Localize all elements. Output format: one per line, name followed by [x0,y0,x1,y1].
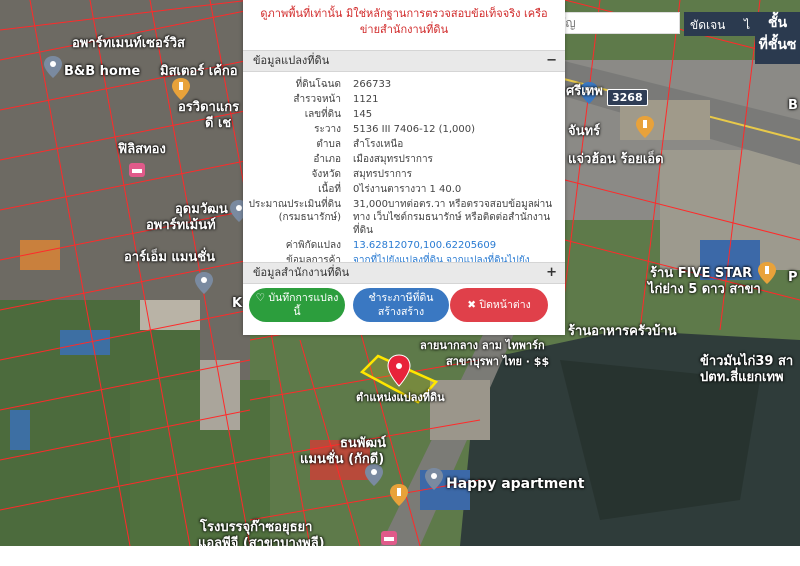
layer-button[interactable]: ชั้น ที่ชั้นซ [755,12,800,64]
poi-label: B [788,98,798,113]
save-parcel-button[interactable]: ♡ บันทึกการแปลงนี้ [249,288,345,322]
pay-land-tax-button[interactable]: ชำระภาษีที่ดิน สร้างสร้าง [353,288,449,322]
place-pin-icon[interactable] [195,272,213,294]
clear-search-button[interactable]: ขัดเจน [684,12,742,36]
info-label: จังหวัด [311,169,341,180]
info-label: ค่าพิกัดแปลง [285,240,341,251]
parcel-location-label: ตำแหน่งแปลงที่ดิน [356,391,445,404]
poi-label: แจ่วฮ้อน ร้อยเอ็ด [568,152,664,167]
poi-label: ปตท.สี่แยกเทพ [700,370,784,385]
info-value: 31,000บาทต่อตร.วา หรือตรวจสอบข้อมูลผ่านท… [353,199,553,236]
info-row: ที่ดินโฉนด 266733 [243,78,565,91]
poi-label: อพาร์ทเมนท์เซอร์วิส [72,36,185,51]
info-row: ตำบล สำโรงเหนือ [243,138,565,151]
poi-label: อพาร์ทเม้นท์ [146,218,216,233]
info-value: เมืองสมุทรปราการ [353,154,433,165]
hotel-pin-icon[interactable] [44,56,62,78]
info-label: ประมาณประเมินที่ดิน (กรมธนารักษ์) [248,199,341,223]
info-value: 0ไร่งานตารางวา 1 40.0 [353,184,462,195]
parcel-section-title: ข้อมูลแปลงที่ดิน [253,54,330,67]
road-shield-3268: 3268 [607,89,648,106]
menu-button[interactable]: ไ [742,12,756,36]
info-value: 1121 [353,94,379,105]
info-label: ที่ดินโฉนด [295,79,341,90]
info-row: สำรวจหน้า 1121 [243,93,565,106]
disclaimer-text: ดูภาพพื้นที่เท่านั้น มิใช่หลักฐานการตรวจ… [260,7,548,36]
info-label: เลขที่ดิน [304,109,341,120]
bottom-margin [0,546,800,566]
collapse-icon[interactable]: − [546,51,557,71]
poi-label: ฟิลิสทอง [118,142,166,157]
office-section-title: ข้อมูลสำนักงานที่ดิน [253,266,350,279]
popup-actions: ♡ บันทึกการแปลงนี้ ชำระภาษีที่ดิน สร้างส… [243,288,565,324]
poi-label: จันทร์ [568,124,601,139]
hotel-bed-icon[interactable] [128,160,146,182]
coordinate-link[interactable]: 13.62812070,100.62205609 [353,239,565,252]
info-label: อำเภอ [313,154,341,165]
expand-icon[interactable]: + [546,263,557,283]
info-value: 145 [353,109,373,120]
info-value: สำโรงเหนือ [353,139,404,150]
info-row: เลขที่ดิน 145 [243,108,565,121]
info-label: ตำบล [316,139,341,150]
poi-label: B&B home [64,64,141,79]
parcel-info-table: ที่ดินโฉนด 266733 สำรวจหน้า 1121 เลขที่ดิน… [243,72,565,280]
place-pin-icon[interactable] [425,468,443,490]
info-row: ประมาณประเมินที่ดิน (กรมธนารักษ์) 31,000บ… [243,198,565,237]
layer-button-label: ชั้น ที่ชั้นซ [758,15,797,53]
info-row: เนื้อที่ 0ไร่งานตารางวา 1 40.0 [243,183,565,196]
info-row: อำเภอ เมืองสมุทรปราการ [243,153,565,166]
close-window-button[interactable]: ✖ ปิดหน้าต่าง [450,288,548,322]
poi-label: อาร์เอ็ม แมนชั่น [124,250,215,265]
hotel-bed-icon[interactable] [380,528,398,546]
info-row: ค่าพิกัดแปลง 13.62812070,100.62205609 [243,239,565,252]
info-label: ระวาง [314,124,341,135]
poi-label: ศรีเทพ [566,84,603,99]
info-row: ระวาง 5136 III 7406-12 (1,000) [243,123,565,136]
poi-label: แอลพีจี (สาขาบางพลี) [198,536,325,546]
restaurant-pin-icon[interactable] [390,484,408,506]
poi-label: สาขาบุรพา ไทย · $$ [446,355,550,368]
info-row: จังหวัด สมุทรปราการ [243,168,565,181]
info-label: เนื้อที่ [318,184,341,195]
poi-label: K [232,296,243,311]
parcel-info-popup: ดูภาพพื้นที่เท่านั้น มิใช่หลักฐานการตรวจ… [243,0,565,335]
poi-label: P [788,270,798,285]
info-label: สำรวจหน้า [293,94,341,105]
office-section-header[interactable]: ข้อมูลสำนักงานที่ดิน + [243,262,565,284]
info-value: 266733 [353,79,392,90]
info-value: สมุทรปราการ [353,169,413,180]
info-value: 5136 III 7406-12 (1,000) [353,124,476,135]
poi-label: Happy apartment [446,476,585,492]
poi-label: ร้านอาหารครัวบ้าน [568,324,677,339]
poi-label: แมนชั่น (กักดี) [300,452,385,467]
restaurant-pin-icon[interactable] [636,116,654,138]
parcel-section-header[interactable]: ข้อมูลแปลงที่ดิน − [243,50,565,72]
poi-label: มิสเตอร์ เค้กอ [160,64,238,79]
poi-label: ไก่ย่าง 5 ดาว สาขา [648,282,761,297]
poi-label: ดี เช [205,116,232,131]
